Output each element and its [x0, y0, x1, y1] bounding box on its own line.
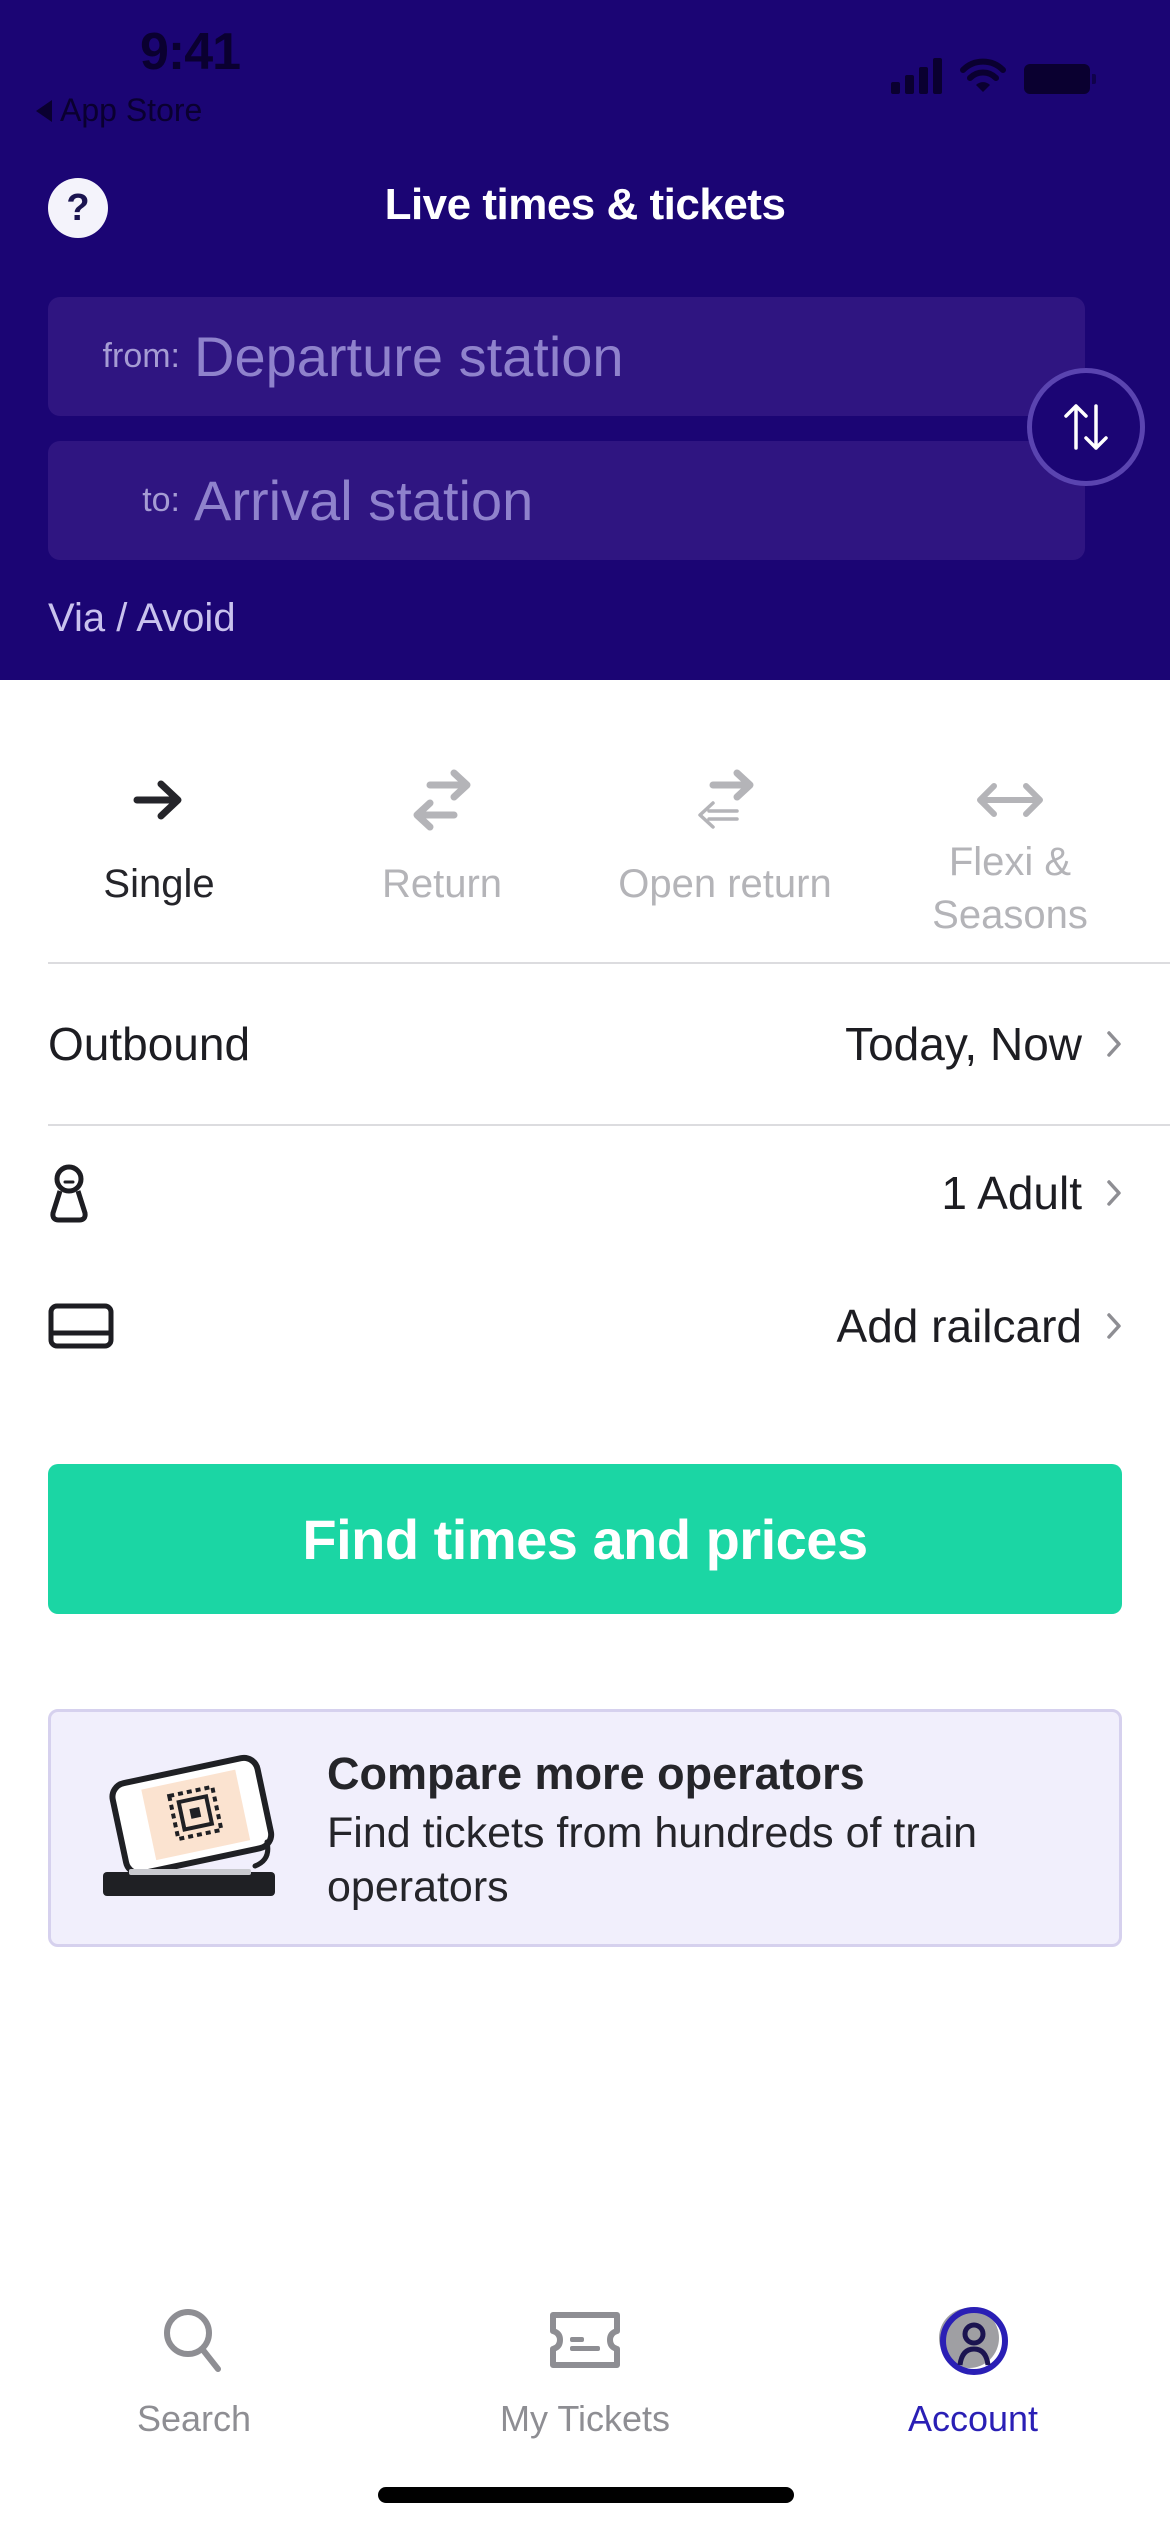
chevron-right-icon — [1107, 1180, 1121, 1206]
wifi-icon — [960, 58, 1006, 92]
tab-search[interactable]: Search — [44, 2270, 344, 2440]
double-arrow-icon — [977, 783, 1043, 817]
tab-account[interactable]: Account — [823, 2270, 1123, 2440]
from-label: from: — [102, 337, 180, 375]
outbound-value: Today, Now — [845, 1018, 1082, 1070]
return-arrows-icon — [413, 769, 471, 831]
search-icon — [164, 2309, 221, 2372]
outbound-label: Outbound — [48, 1018, 251, 1070]
ticket-scanner-illustration — [103, 1754, 275, 1896]
passengers-row[interactable]: 1 Adult — [48, 1140, 1122, 1246]
ticket-icon — [550, 2312, 620, 2368]
railcard-row[interactable]: Add railcard — [48, 1273, 1122, 1379]
railcard-icon — [48, 1303, 114, 1349]
status-time: 9:41 — [140, 23, 241, 81]
trip-type-return[interactable]: Return — [312, 680, 572, 963]
tab-my-tickets[interactable]: My Tickets — [435, 2270, 735, 2440]
trip-type-selector: Single Return Open return Flexi & Season — [0, 680, 1170, 963]
trip-type-flexi-seasons[interactable]: Flexi & Seasons — [880, 680, 1140, 963]
chevron-right-icon — [1107, 1031, 1121, 1057]
tab-label: Account — [907, 2398, 1039, 2439]
departure-station-input[interactable]: from: Departure station — [48, 297, 1085, 416]
departure-placeholder: Departure station — [194, 325, 624, 388]
arrival-placeholder: Arrival station — [194, 469, 534, 532]
trip-type-open-return[interactable]: Open return — [595, 680, 855, 963]
back-triangle-icon — [36, 99, 52, 122]
find-times-button[interactable]: Find times and prices — [48, 1464, 1122, 1614]
trip-type-label: Return — [381, 862, 503, 906]
page-title: Live times & tickets — [384, 180, 786, 229]
tab-label: My Tickets — [499, 2398, 670, 2439]
arrival-station-input[interactable]: to: Arrival station — [48, 441, 1085, 560]
person-icon — [50, 1164, 88, 1223]
swap-vertical-arrows-icon — [1064, 404, 1108, 450]
promo-body: Find tickets from hundreds of train oper… — [327, 1809, 978, 1911]
status-icons — [891, 58, 1096, 94]
via-avoid-link[interactable]: Via / Avoid — [48, 596, 236, 641]
railcard-value: Add railcard — [836, 1300, 1082, 1352]
open-return-arrows-icon — [698, 769, 754, 829]
divider — [48, 1124, 1170, 1126]
cellular-signal-icon — [891, 58, 942, 94]
outbound-row[interactable]: Outbound Today, Now — [48, 964, 1122, 1124]
trip-type-label: Flexi & Seasons — [932, 840, 1088, 937]
back-to-app-store[interactable]: App Store — [36, 92, 202, 129]
battery-icon — [1024, 64, 1096, 94]
account-icon — [939, 2307, 1008, 2375]
trip-type-single[interactable]: Single — [29, 680, 289, 963]
to-label: to: — [142, 481, 180, 519]
trip-type-label: Single — [103, 862, 215, 906]
back-app-label: App Store — [60, 92, 203, 128]
header: 9:41 App Store ? Live times & tickets fr… — [0, 0, 1170, 680]
home-indicator[interactable] — [378, 2487, 794, 2503]
swap-stations-button[interactable] — [1027, 368, 1145, 486]
tab-label: Search — [136, 2398, 252, 2439]
passengers-value: 1 Adult — [941, 1167, 1082, 1219]
trip-type-label: Open return — [618, 862, 832, 906]
compare-operators-card[interactable]: Compare more operators Find tickets from… — [48, 1709, 1122, 1947]
chevron-right-icon — [1107, 1313, 1121, 1339]
promo-title: Compare more operators — [327, 1748, 865, 1799]
arrow-right-icon — [133, 780, 182, 820]
